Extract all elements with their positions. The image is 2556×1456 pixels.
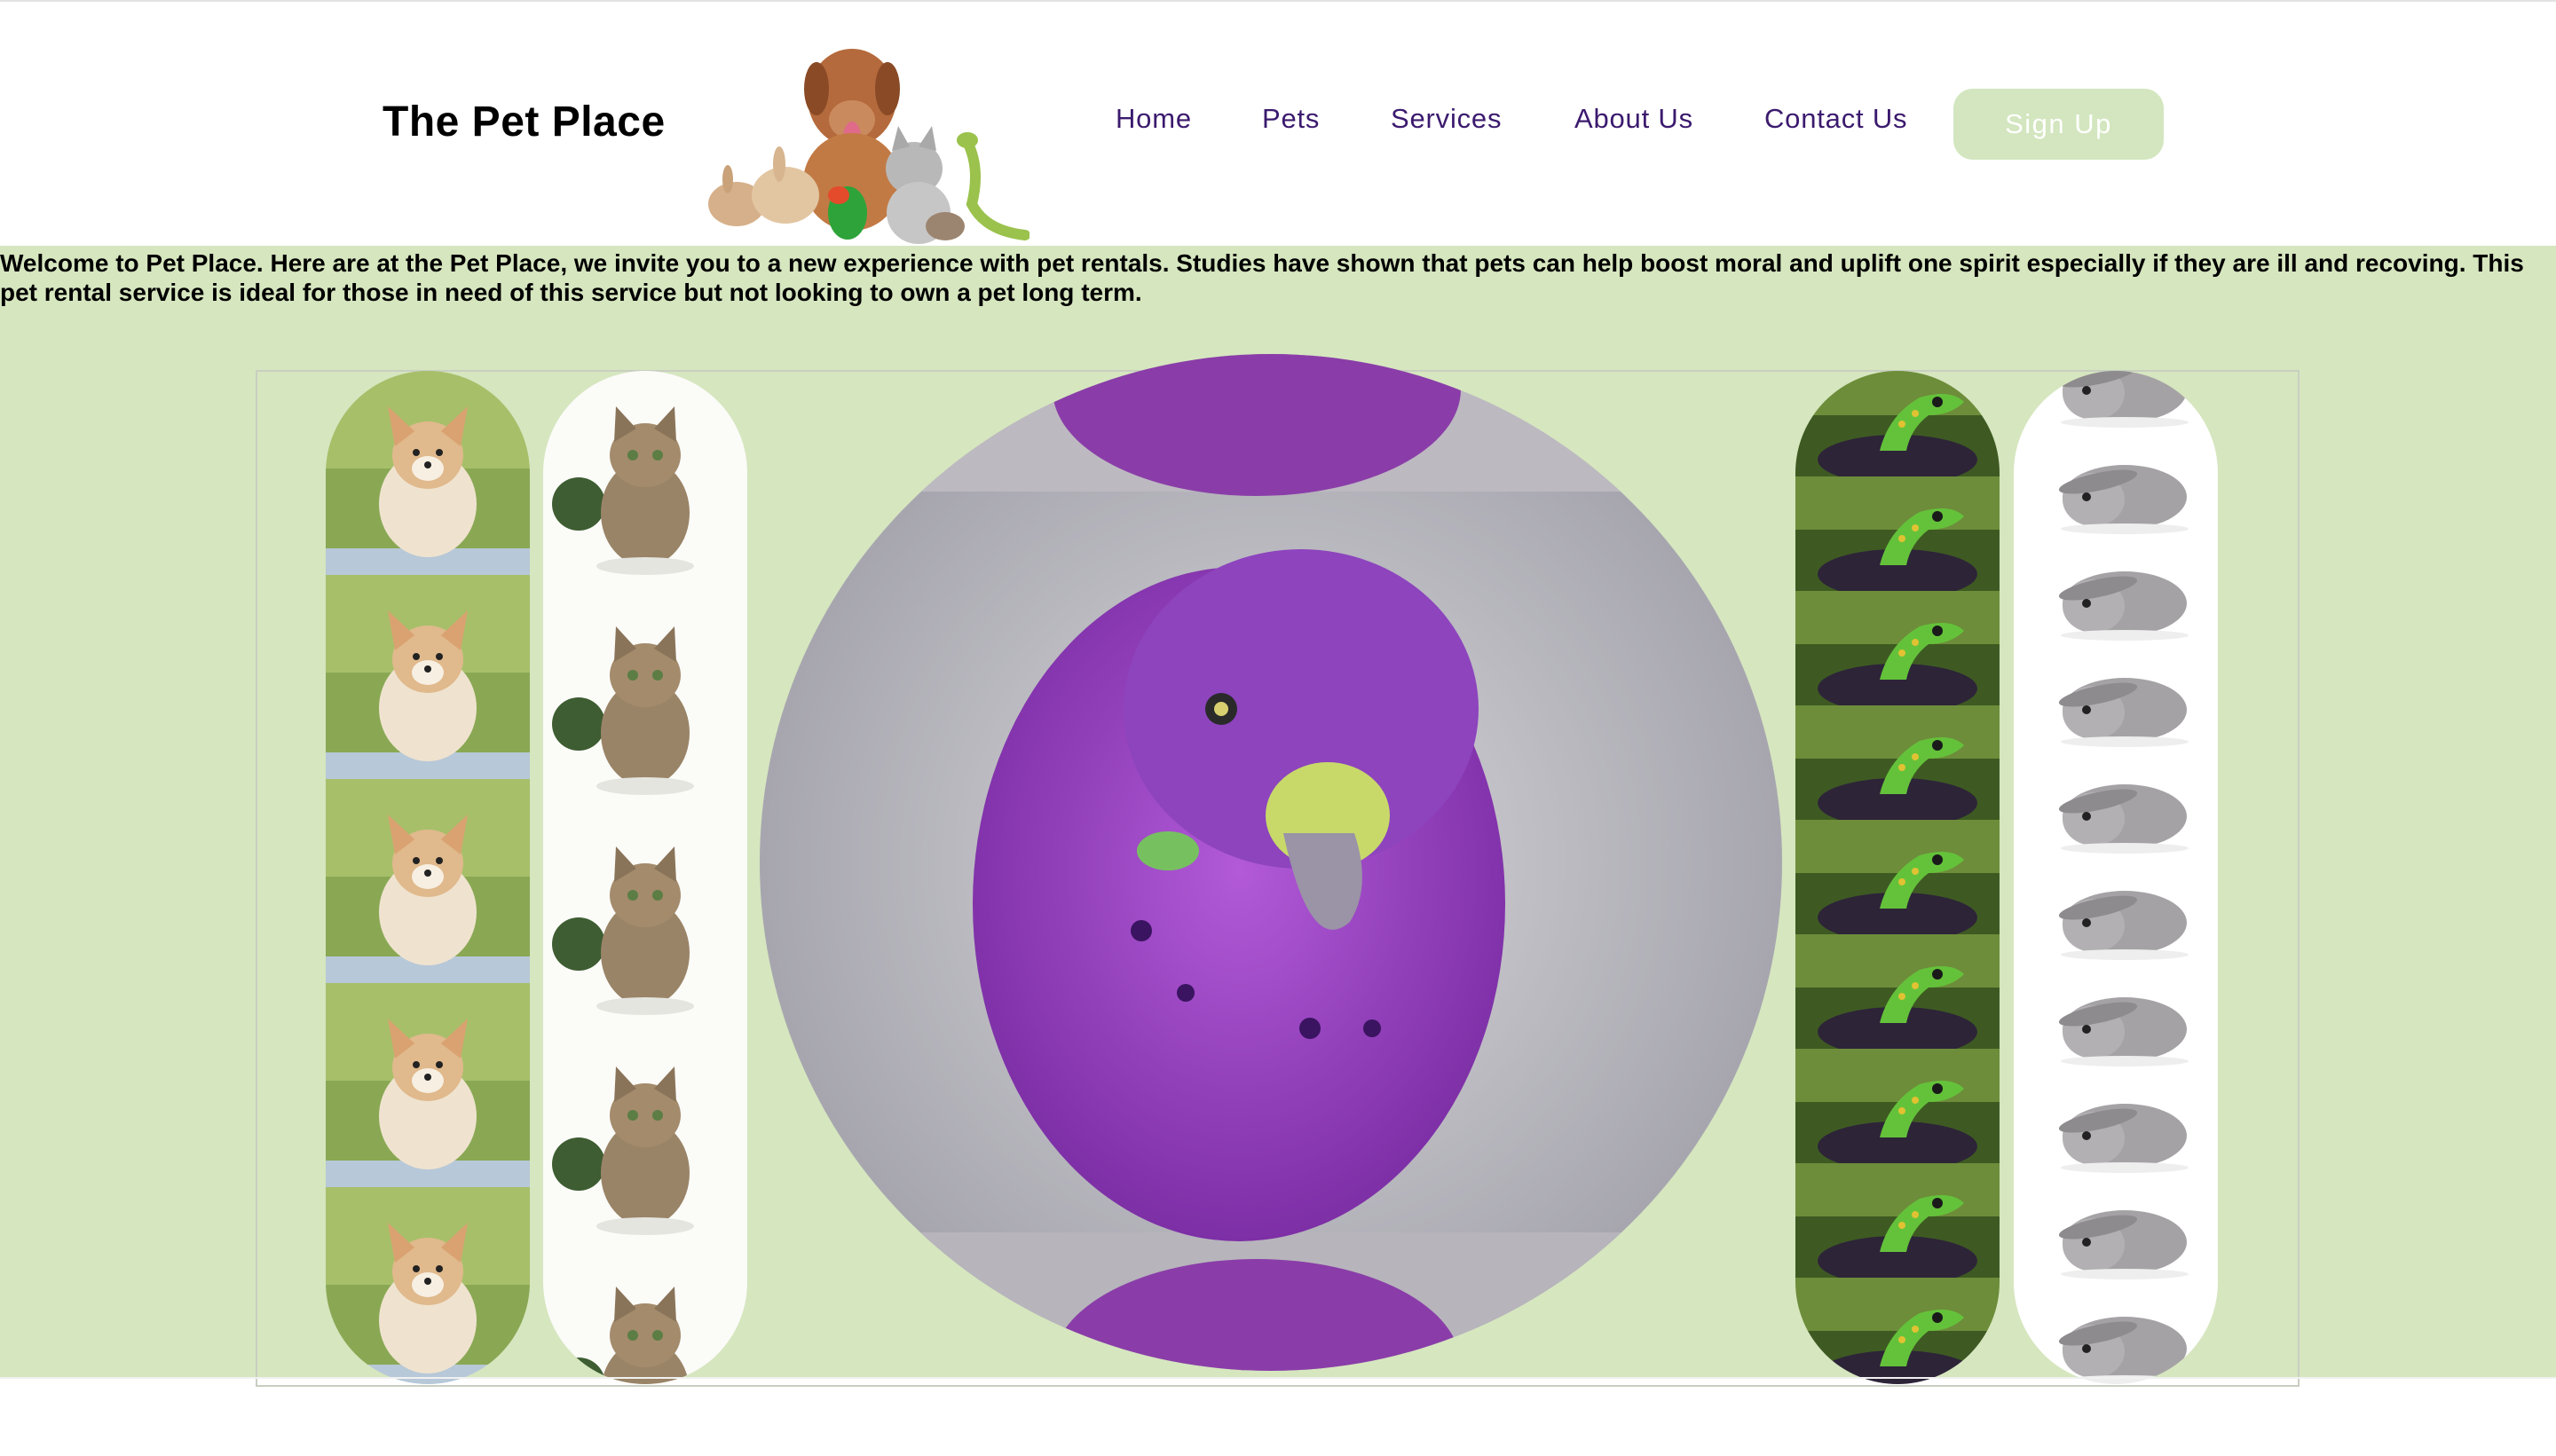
nav-about-us[interactable]: About Us: [1574, 103, 1693, 135]
nav-home[interactable]: Home: [1116, 103, 1192, 135]
intro-paragraph: Welcome to Pet Place. Here are at the Pe…: [0, 249, 2524, 306]
kitten-strip[interactable]: [543, 371, 747, 1384]
site-title[interactable]: The Pet Place: [383, 98, 666, 146]
nav-contact-us[interactable]: Contact Us: [1764, 103, 1907, 135]
nav-pets[interactable]: Pets: [1262, 103, 1320, 135]
top-border: [0, 0, 2556, 2]
footer-divider: [0, 1377, 2556, 1379]
pets-group-logo: [708, 49, 1030, 244]
sign-up-button[interactable]: Sign Up: [1953, 89, 2164, 160]
budgie-feature-image[interactable]: [760, 354, 1782, 1371]
bunny-strip[interactable]: [2014, 371, 2218, 1384]
gecko-strip[interactable]: [1795, 371, 2000, 1384]
nav-services[interactable]: Services: [1391, 103, 1502, 135]
corgi-strip[interactable]: [326, 371, 530, 1384]
